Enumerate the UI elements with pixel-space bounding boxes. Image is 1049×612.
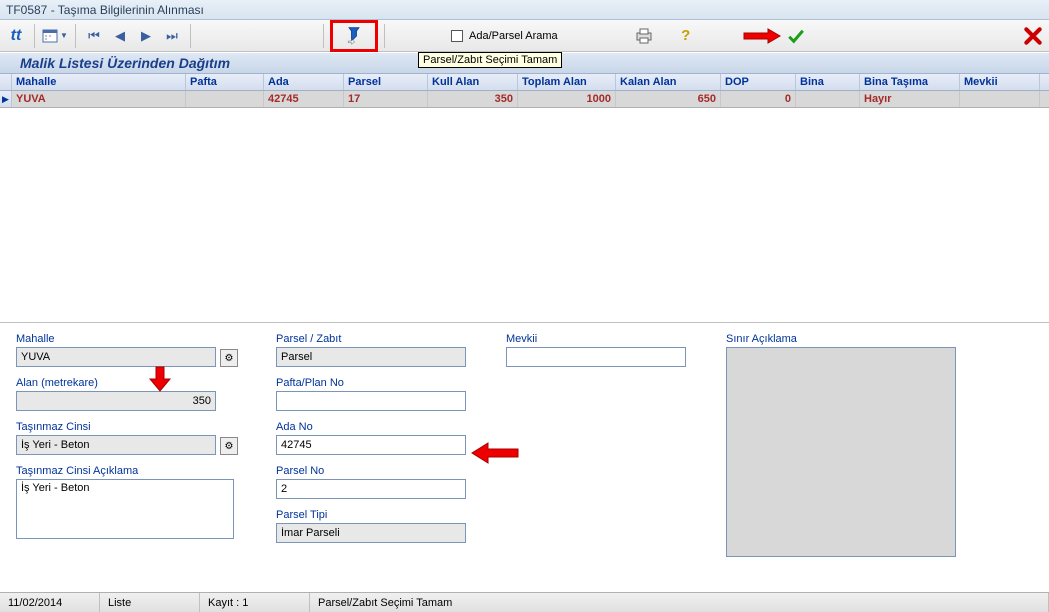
apply-button[interactable] <box>784 24 808 48</box>
mevkii-label: Mevkii <box>506 333 696 345</box>
ada-parsel-arama-checkbox[interactable] <box>451 30 463 42</box>
col-bina[interactable]: Bina <box>796 74 860 90</box>
nav-next-button[interactable]: ▶ <box>134 24 158 48</box>
parsel-no-input[interactable] <box>276 479 466 499</box>
cell-mevkii <box>960 91 1040 107</box>
ada-parsel-arama-label: Ada/Parsel Arama <box>469 30 558 42</box>
status-date: 11/02/2014 <box>0 593 100 612</box>
parsel-tipi-label: Parsel Tipi <box>276 509 476 521</box>
annotation-arrow-left <box>470 441 520 465</box>
col-mevkii[interactable]: Mevkii <box>960 74 1040 90</box>
tooltip: Parsel/Zabıt Seçimi Tamam <box>418 52 562 68</box>
row-indicator-icon: ▶ <box>0 91 12 107</box>
col-mahalle[interactable]: Mahalle <box>12 74 186 90</box>
col-toplam[interactable]: Toplam Alan <box>518 74 616 90</box>
status-mode: Liste <box>100 593 200 612</box>
sinir-aciklama-box[interactable] <box>726 347 956 557</box>
print-button[interactable] <box>632 24 656 48</box>
cell-mahalle: YUVA <box>12 91 186 107</box>
mahalle-input[interactable] <box>16 347 216 367</box>
tcinsi-lookup-icon[interactable]: ⚙ <box>220 437 238 455</box>
alan-input[interactable] <box>16 391 216 411</box>
help-button[interactable]: ? <box>674 24 698 48</box>
highlight-confirm-selection <box>330 20 378 52</box>
cell-kalan: 650 <box>616 91 721 107</box>
calendar-dropdown[interactable]: ▼ <box>41 24 69 48</box>
ada-no-input[interactable] <box>276 435 466 455</box>
cell-kullalan: 350 <box>428 91 518 107</box>
col-kullalan[interactable]: Kull Alan <box>428 74 518 90</box>
cell-pafta <box>186 91 264 107</box>
statusbar: 11/02/2014 Liste Kayıt : 1 Parsel/Zabıt … <box>0 592 1049 612</box>
col-pafta[interactable]: Pafta <box>186 74 264 90</box>
window-titlebar: TF0587 - Taşıma Bilgilerinin Alınması <box>0 0 1049 20</box>
cell-dop: 0 <box>721 91 796 107</box>
cell-parsel: 17 <box>344 91 428 107</box>
mevkii-input[interactable] <box>506 347 686 367</box>
parsel-zabit-input[interactable] <box>276 347 466 367</box>
grid-header: Mahalle Pafta Ada Parsel Kull Alan Topla… <box>0 74 1049 91</box>
parsel-no-label: Parsel No <box>276 465 476 477</box>
ada-no-label: Ada No <box>276 421 476 433</box>
nav-last-button[interactable]: ⏭ <box>160 24 184 48</box>
tcinsi-ac-textarea[interactable]: İş Yeri - Beton <box>16 479 234 539</box>
close-button[interactable] <box>1021 24 1045 48</box>
annotation-arrow-down <box>148 365 172 393</box>
annotation-arrow-right <box>742 28 782 44</box>
status-kayit: Kayıt : 1 <box>200 593 310 612</box>
col-dop[interactable]: DOP <box>721 74 796 90</box>
parsel-tipi-input[interactable] <box>276 523 466 543</box>
status-message: Parsel/Zabıt Seçimi Tamam <box>310 593 1049 612</box>
toolbar: tt ▼ ⏮ ◀ ▶ ⏭ Ada/Parsel Arama ? <box>0 20 1049 52</box>
tcinsi-ac-label: Taşınmaz Cinsi Açıklama <box>16 465 246 477</box>
pafta-no-label: Pafta/Plan No <box>276 377 476 389</box>
window-title: TF0587 - Taşıma Bilgilerinin Alınması <box>6 3 204 17</box>
app-icon[interactable]: tt <box>4 24 28 48</box>
cell-toplam: 1000 <box>518 91 616 107</box>
nav-prev-button[interactable]: ◀ <box>108 24 132 48</box>
col-binat[interactable]: Bina Taşıma <box>860 74 960 90</box>
tcinsi-input[interactable] <box>16 435 216 455</box>
col-parsel[interactable]: Parsel <box>344 74 428 90</box>
parsel-zabit-label: Parsel / Zabıt <box>276 333 476 345</box>
sinir-label: Sınır Açıklama <box>726 333 956 345</box>
tcinsi-label: Taşınmaz Cinsi <box>16 421 246 433</box>
form-area: Mahalle ⚙ Alan (metrekare) Taşınmaz Cins… <box>0 323 1049 567</box>
mahalle-label: Mahalle <box>16 333 246 345</box>
nav-first-button[interactable]: ⏮ <box>82 24 106 48</box>
cell-binat: Hayır <box>860 91 960 107</box>
col-ada[interactable]: Ada <box>264 74 344 90</box>
parsel-secimi-tamam-button[interactable] <box>342 24 366 48</box>
grid-body[interactable] <box>0 108 1049 323</box>
alan-label: Alan (metrekare) <box>16 377 246 389</box>
mahalle-lookup-icon[interactable]: ⚙ <box>220 349 238 367</box>
table-row[interactable]: ▶ YUVA 42745 17 350 1000 650 0 Hayır <box>0 91 1049 108</box>
row-handle-header <box>0 74 12 90</box>
pafta-no-input[interactable] <box>276 391 466 411</box>
cell-bina <box>796 91 860 107</box>
cell-ada: 42745 <box>264 91 344 107</box>
col-kalan[interactable]: Kalan Alan <box>616 74 721 90</box>
